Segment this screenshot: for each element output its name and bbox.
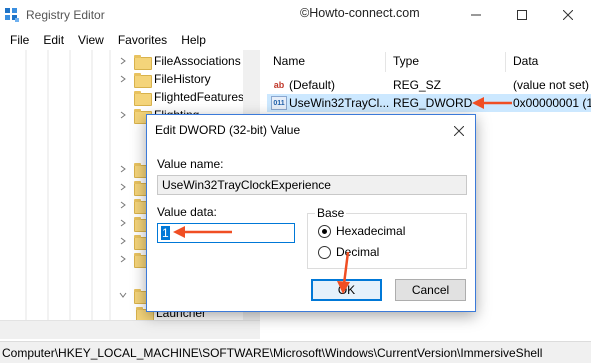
binary-value-icon: 011 (271, 96, 287, 110)
radio-checked-icon[interactable] (318, 224, 331, 238)
dialog-title: Edit DWORD (32-bit) Value (155, 123, 301, 137)
value-data: 0x00000001 (1) (513, 96, 591, 110)
maximize-button[interactable] (499, 0, 545, 30)
edit-dword-dialog: Edit DWORD (32-bit) Value Value name: Us… (146, 114, 476, 312)
chevron-right-icon[interactable] (118, 164, 128, 174)
value-data-label: Value data: (157, 205, 217, 219)
value-type: REG_SZ (393, 78, 442, 92)
watermark-text: ©Howto-connect.com (300, 6, 420, 20)
string-value-icon: ab (273, 80, 285, 90)
column-separator[interactable] (505, 52, 506, 72)
value-row[interactable]: 011 UseWin32TrayCl... REG_DWORD 0x000000… (267, 94, 591, 112)
hexadecimal-radio[interactable]: Hexadecimal (318, 224, 405, 238)
tree-item[interactable]: FlightedFeatures (118, 88, 244, 106)
chevron-right-icon[interactable] (118, 74, 128, 84)
close-icon (563, 10, 573, 20)
value-data-text: 1 (161, 226, 170, 240)
chevron-right-icon[interactable] (118, 56, 128, 66)
value-data: (value not set) (513, 78, 590, 92)
value-name-label: Value name: (157, 157, 224, 171)
folder-icon (134, 54, 152, 70)
minimize-icon (471, 14, 481, 16)
chevron-right-icon[interactable] (118, 218, 128, 228)
status-bar: Computer\HKEY_LOCAL_MACHINE\SOFTWARE\Mic… (0, 341, 591, 363)
title-bar: Registry Editor ©Howto-connect.com (0, 0, 591, 30)
value-name: UseWin32TrayCl... (289, 96, 389, 110)
menu-edit[interactable]: Edit (36, 31, 71, 49)
ok-button[interactable]: OK (311, 279, 382, 301)
value-row[interactable]: ab (Default) REG_SZ (value not set) (267, 76, 591, 94)
folder-icon (134, 72, 152, 88)
chevron-right-icon[interactable] (118, 254, 128, 264)
value-name: (Default) (289, 78, 336, 92)
tree-item[interactable]: FileAssociations (118, 52, 241, 70)
close-button[interactable] (545, 0, 591, 30)
menu-file[interactable]: File (3, 31, 36, 49)
decimal-radio[interactable]: Decimal (318, 245, 379, 259)
column-header-type[interactable]: Type (393, 54, 419, 68)
base-label: Base (315, 206, 347, 220)
registry-editor-icon (4, 7, 20, 23)
hexadecimal-label: Hexadecimal (336, 224, 406, 238)
base-groupbox: Base Hexadecimal Decimal (307, 206, 467, 269)
close-icon (454, 126, 464, 136)
registry-path: Computer\HKEY_LOCAL_MACHINE\SOFTWARE\Mic… (2, 346, 543, 360)
chevron-right-icon[interactable] (118, 236, 128, 246)
value-type: REG_DWORD (393, 96, 473, 110)
column-separator[interactable] (385, 52, 386, 72)
menu-help[interactable]: Help (174, 31, 213, 49)
maximize-icon (517, 10, 527, 20)
cancel-button[interactable]: Cancel (395, 279, 466, 301)
chevron-down-icon[interactable] (118, 290, 128, 300)
radio-unchecked-icon[interactable] (318, 245, 331, 259)
tree-item-label: FileHistory (154, 72, 211, 86)
minimize-button[interactable] (453, 0, 499, 30)
value-name-field: UseWin32TrayClockExperience (157, 175, 467, 195)
tree-item-label: FileAssociations (154, 54, 241, 68)
chevron-right-icon[interactable] (118, 182, 128, 192)
tree-item[interactable]: FileHistory (118, 70, 211, 88)
menu-bar: File Edit View Favorites Help (0, 30, 591, 50)
tree-item-label: FlightedFeatures (154, 90, 245, 104)
menu-view[interactable]: View (71, 31, 111, 49)
value-data-input[interactable]: 1 (157, 223, 295, 243)
column-header-data[interactable]: Data (513, 54, 538, 68)
decimal-label: Decimal (336, 245, 380, 259)
window-title: Registry Editor (26, 8, 105, 22)
chevron-right-icon[interactable] (118, 200, 128, 210)
dialog-close-button[interactable] (449, 121, 469, 141)
tree-horizontal-scrollbar[interactable] (0, 320, 260, 339)
chevron-right-icon[interactable] (118, 110, 128, 120)
tree-guide-lines (25, 50, 111, 339)
menu-favorites[interactable]: Favorites (111, 31, 174, 49)
folder-icon (134, 90, 152, 106)
column-header-name[interactable]: Name (273, 54, 305, 68)
